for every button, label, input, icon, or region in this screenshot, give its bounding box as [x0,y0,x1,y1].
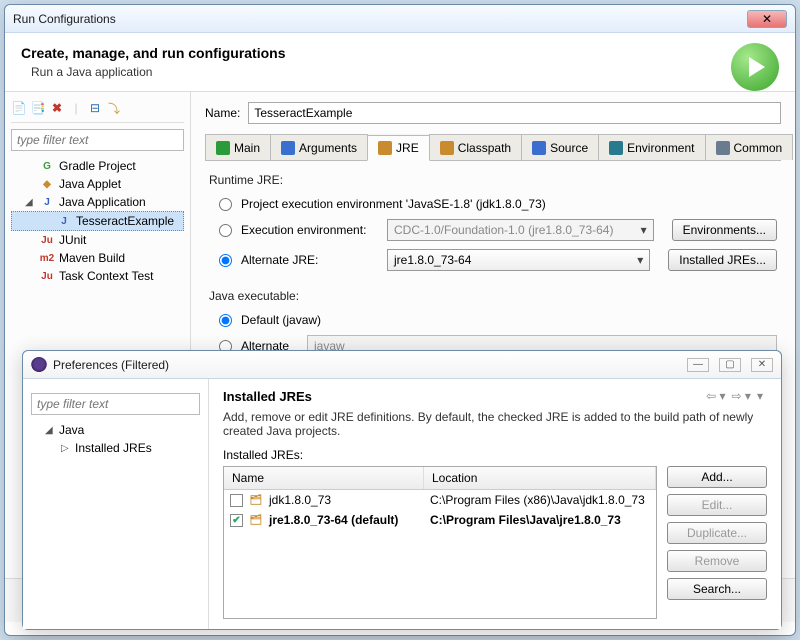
duplicate-button[interactable]: Duplicate... [667,522,767,544]
search-button[interactable]: Search... [667,578,767,600]
filter-input[interactable] [11,129,184,151]
checkbox[interactable] [230,494,243,507]
close-icon[interactable]: ✕ [747,10,787,28]
checkbox[interactable]: ✔ [230,514,243,527]
collapse-icon[interactable]: ⊟ [87,100,103,116]
tree-node[interactable]: JuJUnit [11,231,184,249]
pref-title: Preferences (Filtered) [53,358,687,372]
name-label: Name: [205,106,240,120]
new-icon[interactable]: 📄 [11,100,27,116]
pref-nav: ⇦ ▾ ⇨ ▾ ▾ [706,389,763,403]
window-title: Run Configurations [13,12,743,26]
pref-tree[interactable]: ◢Java ▷Installed JREs [31,421,200,457]
remove-button[interactable]: Remove [667,550,767,572]
radio-exec-env[interactable] [219,224,232,237]
radio-alt-jre-label: Alternate JRE: [241,253,381,267]
delete-icon[interactable]: ✖ [49,100,65,116]
menu-icon[interactable]: ▾ [757,389,763,403]
installed-jres-button[interactable]: Installed JREs... [668,249,777,271]
radio-default-javaw-label: Default (javaw) [241,313,321,327]
table-row[interactable]: ✔🗂jre1.8.0_73-64 (default)C:\Program Fil… [224,510,656,530]
header: Create, manage, and run configurations R… [5,33,795,92]
titlebar[interactable]: Run Configurations ✕ [5,5,795,33]
java-exec-label: Java executable: [209,289,777,303]
pref-filter-input[interactable] [31,393,200,415]
environments-button[interactable]: Environments... [672,219,777,241]
col-location[interactable]: Location [424,467,656,489]
exec-env-combo[interactable]: CDC-1.0/Foundation-1.0 (jre1.8.0_73-64) [387,219,654,241]
edit-button[interactable]: Edit... [667,494,767,516]
separator: | [68,100,84,116]
table-label: Installed JREs: [223,448,767,462]
tree-node[interactable]: JuTask Context Test [11,267,184,285]
tree-node[interactable]: JTesseractExample [11,211,184,231]
tab-environment[interactable]: Environment [598,134,705,160]
minimize-icon[interactable]: ― [687,358,709,372]
left-toolbar: 📄 📑 ✖ | ⊟ ⤵ [11,98,184,123]
tab-jre[interactable]: JRE [367,135,430,161]
header-title: Create, manage, and run configurations [21,45,779,61]
header-sub: Run a Java application [31,65,779,79]
tab-classpath[interactable]: Classpath [429,134,522,160]
maximize-icon[interactable]: ▢ [719,358,741,372]
back-icon[interactable]: ⇦ ▾ [706,389,725,403]
tab-common[interactable]: Common [705,134,794,160]
forward-icon[interactable]: ⇨ ▾ [732,389,751,403]
col-name[interactable]: Name [224,467,424,489]
tabs: MainArgumentsJREClasspathSourceEnvironme… [205,134,781,161]
radio-alt-jre[interactable] [219,254,232,267]
name-input[interactable] [248,102,781,124]
tree-node[interactable]: m2Maven Build [11,249,184,267]
radio-project-env[interactable] [219,198,232,211]
pref-desc: Add, remove or edit JRE definitions. By … [223,410,767,438]
table-row[interactable]: 🗂jdk1.8.0_73C:\Program Files (x86)\Java\… [224,490,656,510]
duplicate-icon[interactable]: 📑 [30,100,46,116]
eclipse-icon [31,357,47,373]
pref-titlebar[interactable]: Preferences (Filtered) ― ▢ ✕ [23,351,781,379]
pref-heading: Installed JREs [223,389,767,404]
filter-icon[interactable]: ⤵ [106,100,122,116]
tab-arguments[interactable]: Arguments [270,134,368,160]
add-button[interactable]: Add... [667,466,767,488]
tree-node-installed-jres[interactable]: ▷Installed JREs [31,439,200,457]
radio-exec-env-label: Execution environment: [241,223,381,237]
runtime-jre-label: Runtime JRE: [209,173,777,187]
alt-jre-combo[interactable]: jre1.8.0_73-64 [387,249,650,271]
radio-project-env-label: Project execution environment 'JavaSE-1.… [241,197,546,211]
tab-main[interactable]: Main [205,134,271,160]
tab-source[interactable]: Source [521,134,599,160]
jre-table[interactable]: Name Location 🗂jdk1.8.0_73C:\Program Fil… [223,466,657,619]
tree-node-java[interactable]: ◢Java [31,421,200,439]
preferences-window: Preferences (Filtered) ― ▢ ✕ ◢Java ▷Inst… [22,350,782,630]
run-icon [731,43,779,91]
pref-right-panel: Installed JREs ⇦ ▾ ⇨ ▾ ▾ Add, remove or … [209,379,781,629]
tree-node[interactable]: ◢JJava Application [11,193,184,211]
pref-left-panel: ◢Java ▷Installed JREs [23,379,209,629]
tree-node[interactable]: GGradle Project [11,157,184,175]
radio-default-javaw[interactable] [219,314,232,327]
tree-node[interactable]: ◆Java Applet [11,175,184,193]
close-icon[interactable]: ✕ [751,358,773,372]
